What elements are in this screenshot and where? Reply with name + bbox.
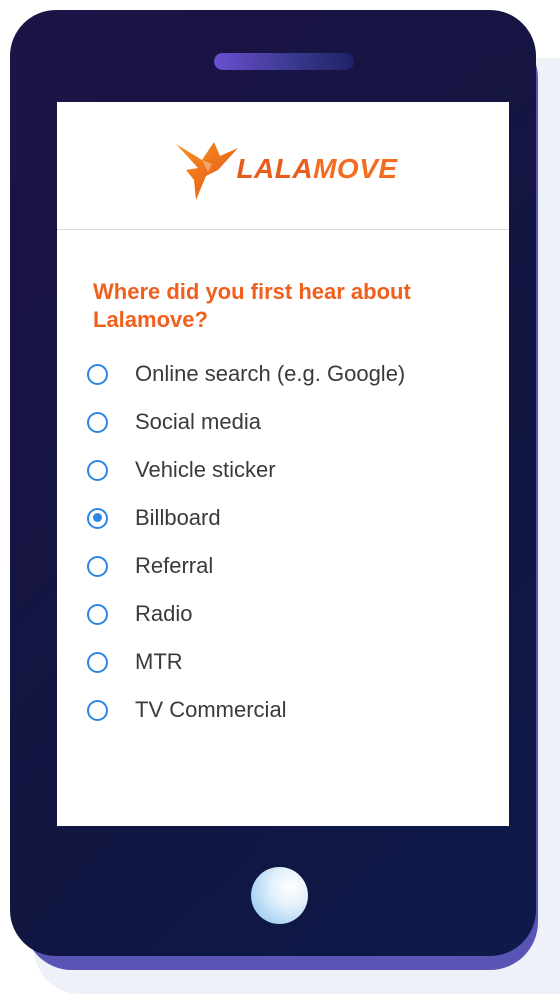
option-label: Referral	[135, 553, 214, 578]
radio-button-selected[interactable]	[87, 507, 108, 529]
option-label: MTR	[135, 649, 183, 674]
radio-button[interactable]	[87, 555, 108, 577]
radio-button[interactable]	[87, 699, 108, 721]
survey-question: Where did you first hear about Lalamove?	[93, 279, 411, 332]
lalamove-logo: LALAMOVE	[168, 130, 397, 202]
option-radio[interactable]: Radio	[57, 590, 509, 638]
option-referral[interactable]: Referral	[57, 542, 509, 590]
phone-screen: LALAMOVE Where did you first hear about …	[57, 102, 509, 826]
hummingbird-logo-icon	[176, 141, 239, 200]
option-mtr[interactable]: MTR	[57, 638, 509, 686]
option-tv-commercial[interactable]: TV Commercial	[57, 686, 509, 734]
option-label: Billboard	[135, 505, 221, 530]
option-social-media[interactable]: Social media	[57, 398, 509, 446]
option-billboard[interactable]: Billboard	[57, 494, 509, 542]
radio-button[interactable]	[87, 363, 108, 385]
phone-frame: LALAMOVE Where did you first hear about …	[10, 10, 536, 956]
survey-options: Online search (e.g. Google) Social media…	[57, 350, 509, 734]
radio-button[interactable]	[87, 459, 108, 481]
option-vehicle-sticker[interactable]: Vehicle sticker	[57, 446, 509, 494]
option-online-search[interactable]: Online search (e.g. Google)	[57, 350, 509, 398]
option-label: Radio	[135, 601, 193, 626]
speaker-grille-icon	[214, 53, 354, 70]
option-label: Online search (e.g. Google)	[135, 361, 406, 386]
app-header: LALAMOVE	[57, 102, 509, 230]
option-label: TV Commercial	[135, 697, 287, 722]
radio-button[interactable]	[87, 411, 108, 433]
radio-button[interactable]	[87, 651, 108, 673]
home-button-icon[interactable]	[251, 867, 308, 924]
brand-wordmark: LALAMOVE	[236, 152, 398, 184]
option-label: Vehicle sticker	[135, 457, 276, 482]
radio-button[interactable]	[87, 603, 108, 625]
option-label: Social media	[135, 409, 261, 434]
